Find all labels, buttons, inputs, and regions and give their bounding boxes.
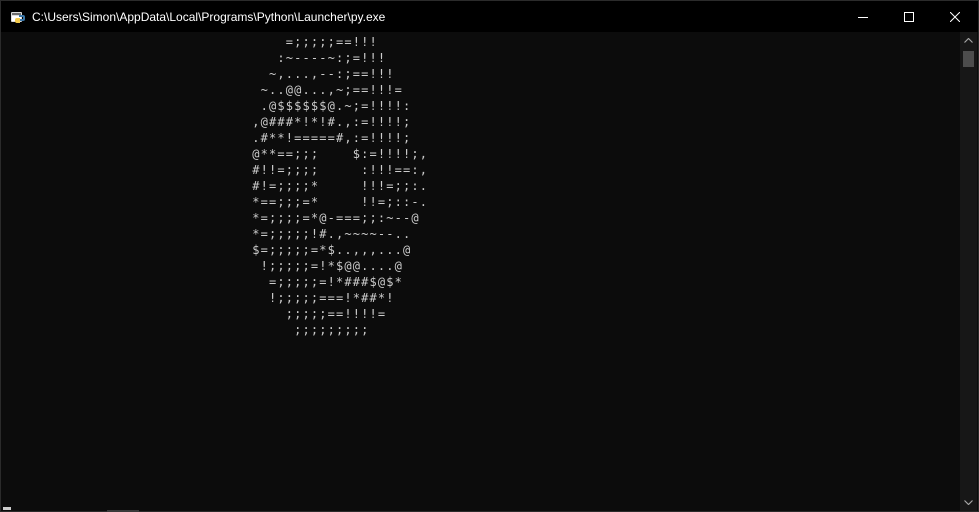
window-controls [840,1,978,32]
title-bar[interactable]: C:\Users\Simon\AppData\Local\Programs\Py… [1,1,978,32]
window-title: C:\Users\Simon\AppData\Local\Programs\Py… [32,9,386,24]
scroll-up-button[interactable] [960,32,977,49]
scroll-down-arrow-icon [964,500,973,505]
close-icon [950,11,960,22]
scroll-down-button[interactable] [960,494,977,511]
console-window: C:\Users\Simon\AppData\Local\Programs\Py… [0,0,979,512]
console-output-area[interactable]: =;;;;;==!!! :~----~:;=!!! ~,...,--:;==!!… [1,32,961,511]
python-launcher-icon [10,9,26,25]
vertical-scrollbar[interactable] [960,32,977,511]
minimize-button[interactable] [840,1,886,32]
minimize-icon [858,16,868,18]
scrollbar-thumb[interactable] [963,51,974,67]
console-output-text: =;;;;;==!!! :~----~:;=!!! ~,...,--:;==!!… [252,35,429,337]
text-cursor [3,507,11,510]
close-button[interactable] [932,1,978,32]
maximize-button[interactable] [886,1,932,32]
maximize-icon [904,11,914,22]
scroll-up-arrow-icon [964,38,973,43]
